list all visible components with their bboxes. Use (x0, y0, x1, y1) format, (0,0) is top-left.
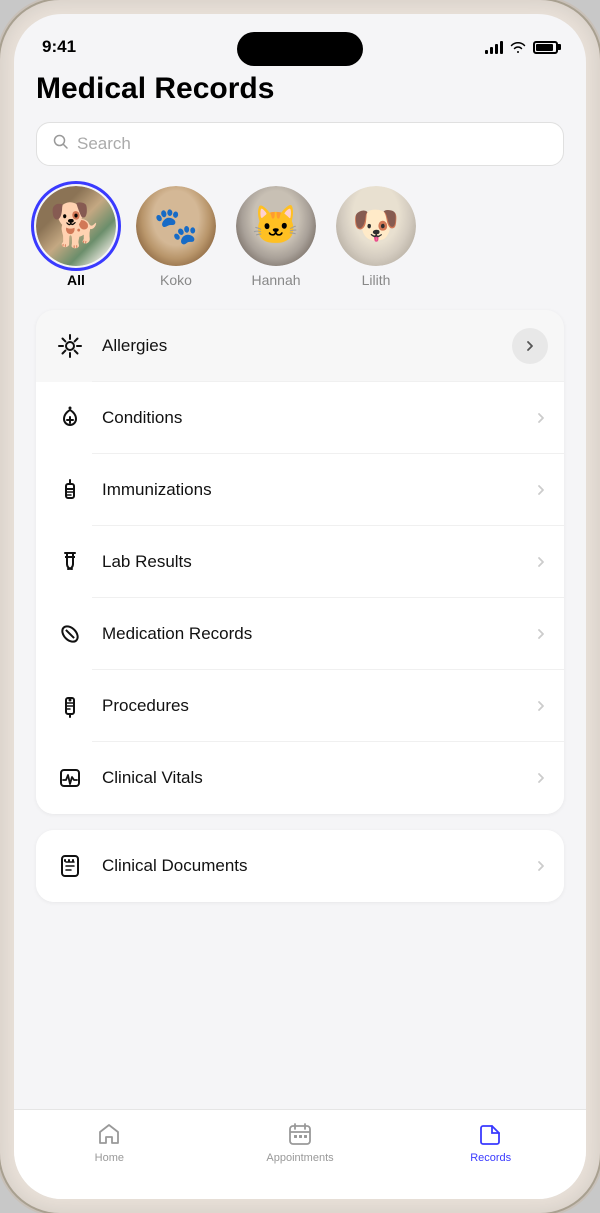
search-bar[interactable]: Search (36, 122, 564, 166)
documents-chevron (534, 859, 548, 873)
signal-icon (485, 40, 503, 54)
menu-item-medication[interactable]: Medication Records (36, 598, 564, 670)
medication-icon (52, 616, 88, 652)
menu-card: Allergies (36, 310, 564, 814)
search-placeholder: Search (77, 134, 131, 154)
pet-item-koko[interactable]: Koko (136, 186, 216, 288)
pet-name-hannah: Hannah (251, 272, 300, 288)
pet-item-all[interactable]: All (36, 186, 116, 288)
pet-item-lilith[interactable]: Lilith (336, 186, 416, 288)
main-content: Medical Records Search All (14, 68, 586, 1109)
tab-home-label: Home (95, 1152, 124, 1164)
medication-chevron (534, 627, 548, 641)
status-time: 9:41 (42, 37, 76, 57)
lab-results-chevron (534, 555, 548, 569)
tab-appointments[interactable]: Appointments (205, 1120, 396, 1164)
documents-label: Clinical Documents (102, 856, 534, 876)
records-tab-icon (477, 1120, 505, 1148)
tab-records[interactable]: Records (395, 1120, 586, 1164)
pet-avatar-lilith (336, 186, 416, 266)
allergies-icon (52, 328, 88, 364)
home-tab-icon (95, 1120, 123, 1148)
procedures-icon (52, 688, 88, 724)
pet-avatar-hannah (236, 186, 316, 266)
tab-bar: Home Appointments (14, 1109, 586, 1199)
tab-home[interactable]: Home (14, 1120, 205, 1164)
tab-appointments-label: Appointments (266, 1152, 333, 1164)
battery-icon (533, 41, 558, 54)
menu-item-lab-results[interactable]: Lab Results (36, 526, 564, 598)
documents-card: Clinical Documents (36, 830, 564, 902)
allergies-label: Allergies (102, 336, 512, 356)
pet-avatar-all (36, 186, 116, 266)
documents-icon (52, 848, 88, 884)
menu-item-immunizations[interactable]: Immunizations (36, 454, 564, 526)
pet-name-lilith: Lilith (362, 272, 391, 288)
conditions-label: Conditions (102, 408, 534, 428)
procedures-chevron (534, 699, 548, 713)
immunizations-icon (52, 472, 88, 508)
immunizations-label: Immunizations (102, 480, 534, 500)
page-title: Medical Records (36, 72, 564, 106)
appointments-tab-icon (286, 1120, 314, 1148)
vitals-label: Clinical Vitals (102, 768, 534, 788)
vitals-chevron (534, 771, 548, 785)
medication-label: Medication Records (102, 624, 534, 644)
pet-name-all: All (67, 272, 85, 288)
pet-name-koko: Koko (160, 272, 192, 288)
procedures-label: Procedures (102, 696, 534, 716)
menu-item-conditions[interactable]: Conditions (36, 382, 564, 454)
phone-screen: 9:41 Medical Records (14, 14, 586, 1199)
conditions-icon (52, 400, 88, 436)
dynamic-island (237, 32, 363, 66)
pet-list: All Koko Hannah (36, 186, 564, 288)
wifi-icon (509, 40, 527, 54)
menu-item-documents[interactable]: Clinical Documents (36, 830, 564, 902)
pet-item-hannah[interactable]: Hannah (236, 186, 316, 288)
tab-records-label: Records (470, 1152, 511, 1164)
lab-results-icon (52, 544, 88, 580)
conditions-chevron (534, 411, 548, 425)
menu-item-allergies[interactable]: Allergies (36, 310, 564, 382)
menu-item-vitals[interactable]: Clinical Vitals (36, 742, 564, 814)
lab-results-label: Lab Results (102, 552, 534, 572)
phone-frame: 9:41 Medical Records (0, 0, 600, 1213)
search-icon (53, 134, 69, 154)
vitals-icon (52, 760, 88, 796)
allergies-chevron-button[interactable] (512, 328, 548, 364)
immunizations-chevron (534, 483, 548, 497)
status-icons (485, 40, 558, 54)
pet-avatar-koko (136, 186, 216, 266)
menu-item-procedures[interactable]: Procedures (36, 670, 564, 742)
